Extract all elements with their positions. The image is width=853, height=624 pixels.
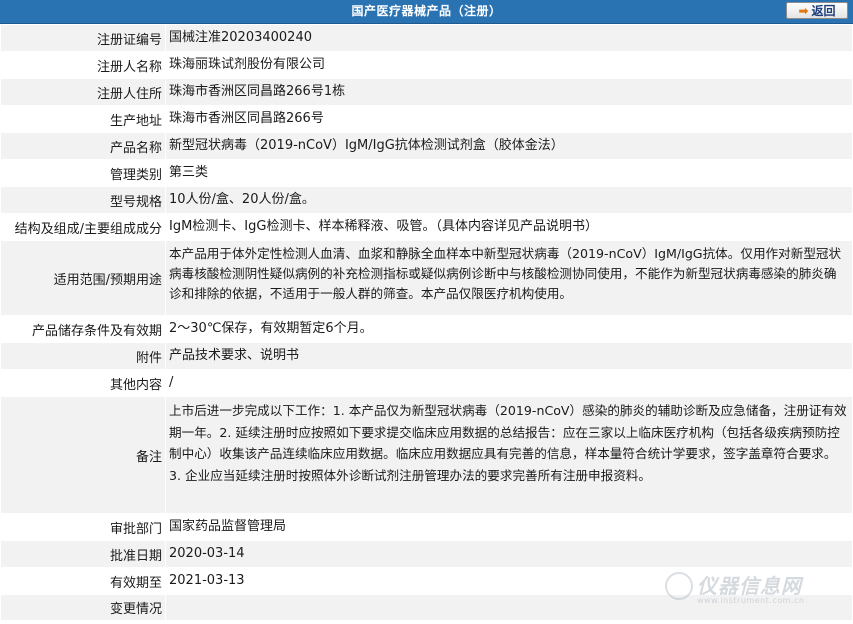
row-value: 国家药品监督管理局 <box>169 519 287 534</box>
table-row: 注册证编号 国械注准20203400240 <box>1 25 852 52</box>
row-label: 变更情况 <box>1 595 166 620</box>
row-value: 上市后进一步完成以下工作：1. 本产品仅为新型冠状病毒（2019-nCoV）感染… <box>169 403 847 483</box>
row-value: 本产品用于体外定性检测人血清、血浆和静脉全血样本中新型冠状病毒（2019-nCo… <box>169 246 842 301</box>
table-row: 注册人名称 珠海丽珠试剂股份有限公司 <box>1 52 852 79</box>
arrow-right-icon: ➡ <box>798 3 809 18</box>
row-value: 产品技术要求、说明书 <box>169 348 300 363</box>
table-row: 生产地址 珠海市香洲区同昌路266号 <box>1 106 852 133</box>
row-label: 适用范围/预期用途 <box>1 241 166 315</box>
row-label: 审批部门 <box>1 514 166 540</box>
row-value: 10人份/盒、20人份/盒。 <box>169 192 315 207</box>
flask-logo-icon <box>665 572 693 600</box>
table-row: 产品名称 新型冠状病毒（2019-nCoV）IgM/IgG抗体检测试剂盒（胶体金… <box>1 133 852 160</box>
row-value: 第三类 <box>169 165 209 180</box>
row-label: 结构及组成/主要组成成分 <box>1 214 166 240</box>
row-label: 生产地址 <box>1 106 166 132</box>
row-label: 其他内容 <box>1 370 166 396</box>
row-value: IgM检测卡、IgG检测卡、样本稀释液、吸管。（具体内容详见产品说明书） <box>169 219 598 234</box>
row-value: 珠海丽珠试剂股份有限公司 <box>169 57 326 72</box>
table-row: 其他内容 / <box>1 370 852 397</box>
watermark-url: www.instrument.com.cn <box>697 596 805 605</box>
row-label: 注册人住所 <box>1 79 166 105</box>
back-button[interactable]: ➡ 返回 <box>786 2 848 19</box>
row-label: 有效期至 <box>1 568 166 594</box>
table-row: 适用范围/预期用途 本产品用于体外定性检测人血清、血浆和静脉全血样本中新型冠状病… <box>1 241 852 316</box>
table-row: 结构及组成/主要组成成分 IgM检测卡、IgG检测卡、样本稀释液、吸管。（具体内… <box>1 214 852 241</box>
row-label: 产品储存条件及有效期 <box>1 316 166 342</box>
row-label: 附件 <box>1 343 166 369</box>
row-label: 注册人名称 <box>1 52 166 78</box>
row-value: 新型冠状病毒（2019-nCoV）IgM/IgG抗体检测试剂盒（胶体金法） <box>169 138 564 153</box>
row-value: 珠海市香洲区同昌路266号1栋 <box>169 84 346 99</box>
row-label: 备注 <box>1 397 166 513</box>
row-value: 珠海市香洲区同昌路266号 <box>169 111 324 126</box>
site-watermark: 仪器信息网 www.instrument.com.cn <box>665 570 835 610</box>
row-value: 2～30℃保存，有效期暂定6个月。 <box>169 321 373 336</box>
table-row: 注册人住所 珠海市香洲区同昌路266号1栋 <box>1 79 852 106</box>
table-row: 备注 上市后进一步完成以下工作：1. 本产品仅为新型冠状病毒（2019-nCoV… <box>1 397 852 514</box>
row-label: 产品名称 <box>1 133 166 159</box>
row-value: 国械注准20203400240 <box>169 30 312 45</box>
table-row: 管理类别 第三类 <box>1 160 852 187</box>
row-label: 注册证编号 <box>1 25 166 51</box>
table-row: 审批部门 国家药品监督管理局 <box>1 514 852 541</box>
table-row: 附件 产品技术要求、说明书 <box>1 343 852 370</box>
row-value: / <box>169 375 174 390</box>
row-label: 型号规格 <box>1 187 166 213</box>
watermark-text: 仪器信息网 <box>697 574 802 598</box>
table-row: 型号规格 10人份/盒、20人份/盒。 <box>1 187 852 214</box>
row-label: 批准日期 <box>1 541 166 567</box>
back-button-label: 返回 <box>811 4 836 18</box>
page-header: 国产医疗器械产品（注册） ➡ 返回 <box>0 0 853 24</box>
row-value: 2020-03-14 <box>169 546 245 561</box>
table-row: 批准日期 2020-03-14 <box>1 541 852 568</box>
registration-details-table: 注册证编号 国械注准20203400240 注册人名称 珠海丽珠试剂股份有限公司… <box>1 25 852 621</box>
page-title: 国产医疗器械产品（注册） <box>351 4 502 18</box>
table-row: 产品储存条件及有效期 2～30℃保存，有效期暂定6个月。 <box>1 316 852 343</box>
row-label: 管理类别 <box>1 160 166 186</box>
